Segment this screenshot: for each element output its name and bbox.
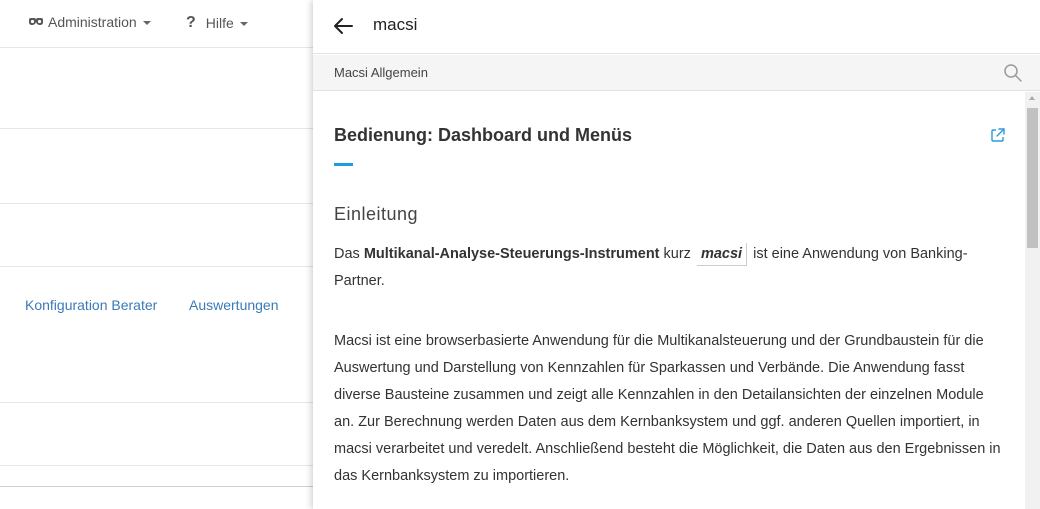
help-panel: macsi Macsi Allgemein Bedienung: Dashboa… <box>313 0 1040 509</box>
scrollbar-thumb[interactable] <box>1027 108 1038 248</box>
panel-title: macsi <box>373 15 418 34</box>
divider <box>0 402 313 403</box>
description-paragraph: Macsi ist eine browserbasierte Anwendung… <box>334 333 1001 484</box>
para-text: Das <box>334 246 364 262</box>
reports-link[interactable]: Auswertungen <box>189 297 279 313</box>
para-bold-term: Multikanal-Analyse-Steuerungs-Instrument <box>363 246 660 262</box>
intro-paragraph: Das Multikanal-Analyse-Steuerungs-Instru… <box>334 241 1006 295</box>
mask-icon <box>29 18 43 25</box>
title-underline <box>334 163 353 166</box>
document-title: Bedienung: Dashboard und Menüs <box>334 125 633 145</box>
chevron-down-icon <box>239 22 248 26</box>
breadcrumb[interactable]: Macsi Allgemein <box>334 65 428 80</box>
divider <box>0 266 313 267</box>
divider <box>0 203 313 204</box>
divider <box>0 465 313 466</box>
para-text: kurz <box>659 246 695 262</box>
help-menu[interactable]: ? Hilfe <box>186 14 248 32</box>
background-topbar: Administration ? Hilfe <box>0 0 313 48</box>
breadcrumb-bar: Macsi Allgemein <box>313 55 1040 91</box>
section-heading: Einleitung <box>334 204 419 224</box>
question-icon: ? <box>186 14 196 31</box>
document-content: Bedienung: Dashboard und Menüs Einleitun… <box>313 92 1025 509</box>
macsi-tag: macsi <box>696 243 748 266</box>
scroll-up-icon[interactable] <box>1029 96 1035 100</box>
divider <box>0 486 313 487</box>
administration-menu[interactable]: Administration <box>28 14 151 30</box>
panel-header: macsi <box>313 0 1040 54</box>
config-advisor-link[interactable]: Konfiguration Berater <box>25 297 157 313</box>
administration-label: Administration <box>48 14 137 30</box>
scrollbar[interactable] <box>1025 92 1040 509</box>
divider <box>0 128 313 129</box>
background-app: Administration ? Hilfe Konfiguration Ber… <box>0 0 313 509</box>
chevron-down-icon <box>142 21 151 25</box>
help-label: Hilfe <box>205 15 234 31</box>
external-link-icon[interactable] <box>990 127 1006 143</box>
search-icon[interactable] <box>1003 63 1023 83</box>
arrow-left-icon[interactable] <box>332 15 354 37</box>
